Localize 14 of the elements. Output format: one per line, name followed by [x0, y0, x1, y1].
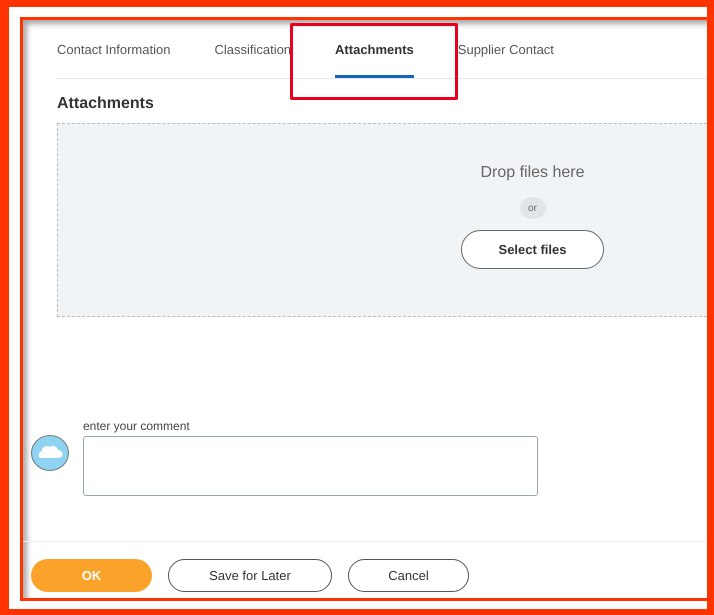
comment-field[interactable] — [83, 436, 538, 496]
footer-button[interactable]: Cancel — [348, 559, 469, 592]
drop-hint: Drop files here — [480, 164, 585, 182]
tab[interactable]: Contact Information — [57, 20, 170, 78]
tab[interactable]: Classification — [214, 20, 292, 78]
tab[interactable]: Supplier Contact — [458, 20, 554, 78]
comment-label: enter your comment — [83, 419, 191, 433]
drop-zone[interactable]: Drop files here or Select files — [57, 123, 707, 317]
or-separator: or — [520, 197, 546, 219]
avatar-icon — [31, 435, 69, 471]
section-title: Attachments — [57, 95, 155, 113]
tab[interactable]: Attachments — [335, 20, 414, 78]
select-files-button[interactable]: Select files — [461, 230, 604, 269]
footer-button[interactable]: Save for Later — [168, 559, 332, 592]
